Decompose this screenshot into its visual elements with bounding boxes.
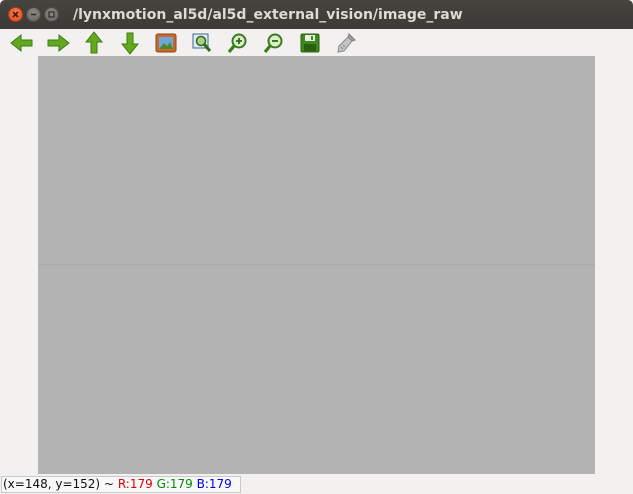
save-button[interactable] [297,31,323,55]
back-button[interactable] [9,31,35,55]
save-icon [300,33,320,52]
forward-arrow-icon [47,33,70,52]
zoom-out-icon [263,33,283,53]
zoom-fit-button[interactable] [189,31,215,55]
image-view[interactable] [38,56,595,474]
zoom-in-button[interactable] [225,31,251,55]
title-bar: /lynxmotion_al5d/al5d_external_vision/im… [0,0,633,29]
zoom-in-icon [227,33,247,53]
forward-button[interactable] [45,31,71,55]
clear-brush-icon [337,32,356,53]
cursor-coordinates: (x=148, y=152) ~ [3,477,114,491]
back-arrow-icon [10,33,33,52]
zoom-out-button[interactable] [261,31,287,55]
down-arrow-icon [120,32,140,55]
image-button[interactable] [153,31,179,55]
pixel-info: (x=148, y=152) ~ R:179 G:179 B:179 [1,476,241,493]
red-value: R:179 [117,477,153,491]
window-title: /lynxmotion_al5d/al5d_external_vision/im… [73,6,463,23]
close-icon [12,11,19,18]
minimize-icon [31,13,36,16]
image-scanline [38,264,595,265]
window-controls [8,7,59,22]
close-button[interactable] [8,7,23,22]
blue-value: B:179 [196,477,232,491]
image-icon [155,33,177,52]
zoom-fit-icon [192,33,212,52]
minimize-button[interactable] [26,7,41,22]
down-button[interactable] [117,31,143,55]
toolbar [0,29,633,56]
maximize-icon [48,11,55,18]
clear-button[interactable] [333,31,359,55]
status-bar: (x=148, y=152) ~ R:179 G:179 B:179 [0,474,633,494]
maximize-button[interactable] [44,7,59,22]
up-arrow-icon [84,30,104,53]
up-button[interactable] [81,30,107,55]
green-value: G:179 [156,477,193,491]
